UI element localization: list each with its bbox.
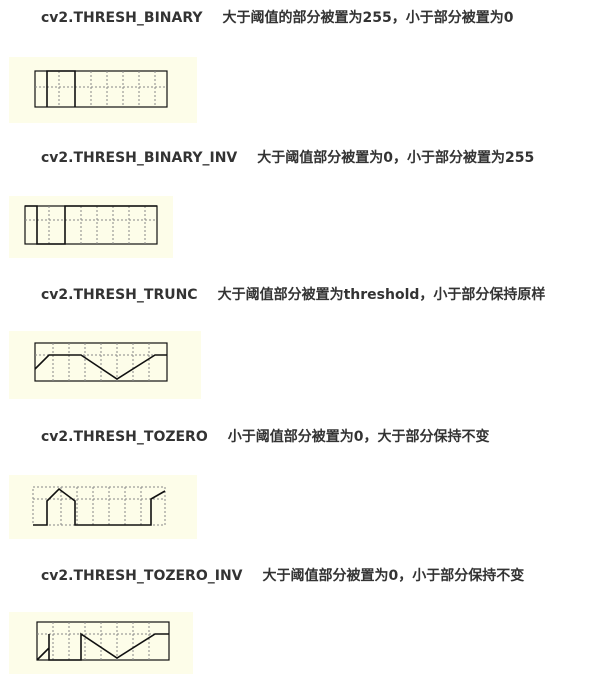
constant-description: 大于阈值部分被置为threshold，小于部分保持原样 (217, 287, 546, 303)
thresh-binary-diagram (9, 57, 197, 123)
constant-description: 大于阈值的部分被置为255，小于部分被置为0 (222, 10, 514, 26)
constant-name: cv2.THRESH_TOZERO_INV (41, 568, 243, 584)
thresh-binary-inv-diagram (9, 196, 173, 258)
thresh-tozero-inv-diagram (9, 612, 193, 674)
section-heading-thresh-trunc: cv2.THRESH_TRUNC 大于阈值部分被置为threshold，小于部分保… (41, 284, 545, 306)
constant-name: cv2.THRESH_TOZERO (41, 429, 208, 445)
constant-description: 大于阈值部分被置为0，小于部分被置为255 (257, 150, 535, 166)
thresh-trunc-diagram (9, 331, 201, 399)
constant-description: 小于阈值部分被置为0，大于部分保持不变 (227, 429, 490, 445)
section-heading-thresh-tozero: cv2.THRESH_TOZERO 小于阈值部分被置为0，大于部分保持不变 (41, 426, 490, 448)
section-heading-thresh-binary-inv: cv2.THRESH_BINARY_INV 大于阈值部分被置为0，小于部分被置为2… (41, 147, 534, 169)
thresh-tozero-diagram (9, 475, 197, 539)
section-heading-thresh-tozero-inv: cv2.THRESH_TOZERO_INV 大于阈值部分被置为0，小于部分保持不变 (41, 565, 524, 587)
constant-name: cv2.THRESH_TRUNC (41, 287, 198, 303)
constant-name: cv2.THRESH_BINARY (41, 10, 203, 26)
section-heading-thresh-binary: cv2.THRESH_BINARY 大于阈值的部分被置为255，小于部分被置为0 (41, 7, 513, 29)
constant-name: cv2.THRESH_BINARY_INV (41, 150, 238, 166)
constant-description: 大于阈值部分被置为0，小于部分保持不变 (262, 568, 525, 584)
